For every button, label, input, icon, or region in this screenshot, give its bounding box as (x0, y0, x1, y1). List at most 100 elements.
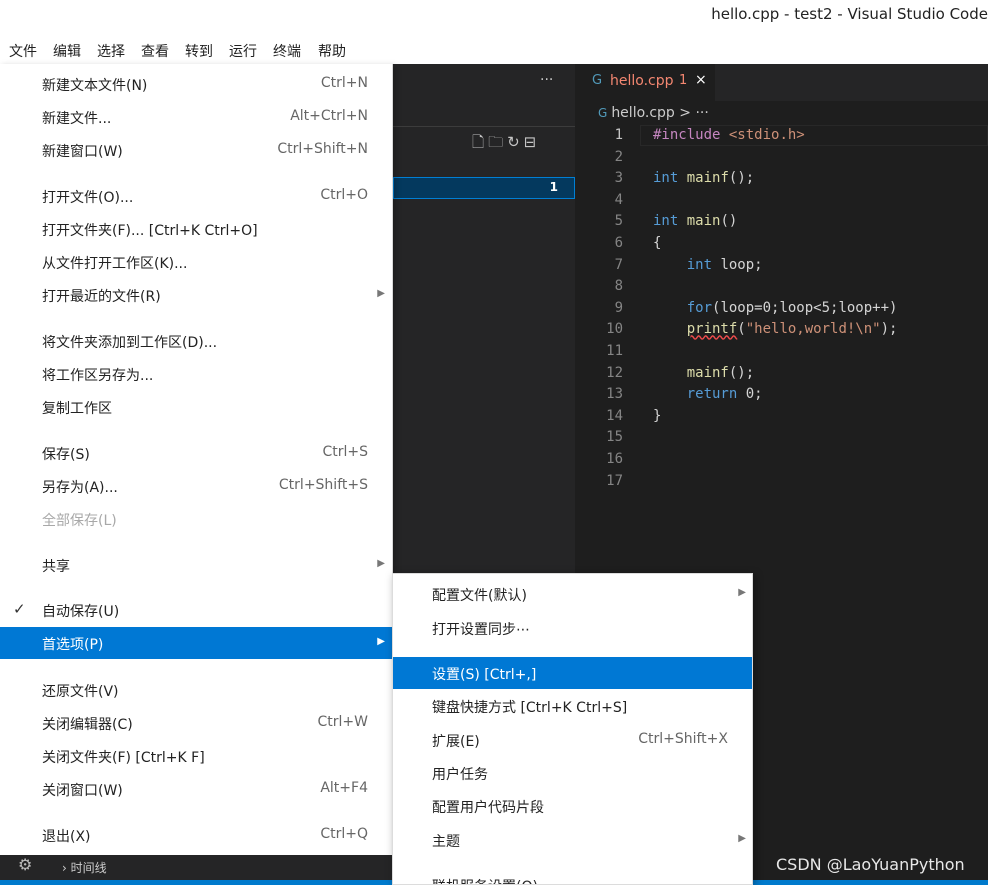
line-number: 8 (614, 278, 623, 295)
code-line[interactable]: int mainf(); (653, 170, 754, 186)
submenu-item-label: 打开设置同步⋯ (432, 622, 530, 638)
menu-selection[interactable]: 选择 (97, 41, 125, 61)
submenu-item-settings-sync[interactable]: 打开设置同步⋯ (393, 612, 752, 644)
menu-item-duplicate-workspace[interactable]: 复制工作区 (0, 391, 393, 423)
line-number: 2 (614, 148, 623, 165)
menu-item-save-all: 全部保存(L) (0, 503, 393, 535)
submenu-item-label: 主题 (432, 834, 460, 850)
menu-item-open-folder[interactable]: 打开文件夹(F)... [Ctrl+K Ctrl+O] (0, 213, 393, 245)
code-line[interactable]: int main() (653, 213, 737, 229)
submenu-item-label: 键盘快捷方式 [Ctrl+K Ctrl+S] (432, 700, 628, 716)
submenu-item-user-snippets[interactable]: 配置用户代码片段 (393, 790, 752, 822)
menu-item-add-folder-to-workspace[interactable]: 将文件夹添加到工作区(D)... (0, 325, 393, 357)
menu-item-open-file[interactable]: 打开文件(O)... Ctrl+O (0, 180, 393, 212)
menu-item-save[interactable]: 保存(S) Ctrl+S (0, 437, 393, 469)
menu-item-label: 保存(S) (42, 447, 90, 463)
menu-item-shortcut: Ctrl+N (320, 75, 368, 91)
watermark: CSDN @LaoYuanPython (776, 855, 965, 874)
menu-go[interactable]: 转到 (185, 41, 213, 61)
submenu-item-user-tasks[interactable]: 用户任务 (393, 757, 752, 789)
code-line[interactable]: return 0; (653, 386, 763, 402)
menu-item-label: 全部保存(L) (42, 513, 117, 529)
code-line[interactable]: printf("hello,world!\n"); (653, 321, 898, 337)
menu-item-close-folder[interactable]: 关闭文件夹(F) [Ctrl+K F] (0, 740, 393, 772)
menu-item-open-workspace[interactable]: 从文件打开工作区(K)... (0, 246, 393, 278)
explorer-file-row[interactable]: 1 (393, 177, 575, 199)
submenu-item-settings[interactable]: 设置(S) [Ctrl+,] (393, 657, 752, 689)
menu-item-exit[interactable]: 退出(X) Ctrl+Q (0, 819, 393, 851)
menu-item-label: 从文件打开工作区(K)... (42, 256, 188, 272)
title-bar: hello.cpp - test2 - Visual Studio Code (0, 0, 988, 34)
line-number: 3 (614, 170, 623, 187)
menu-item-label: 关闭窗口(W) (42, 783, 123, 799)
code-line[interactable]: { (653, 235, 661, 251)
submenu-item-profile[interactable]: 配置文件(默认) ▶ (393, 578, 752, 610)
submenu-item-extensions[interactable]: 扩展(E) Ctrl+Shift+X (393, 724, 752, 756)
new-file-icon[interactable]: 🗋 (472, 133, 488, 151)
submenu-item-label: 用户任务 (432, 767, 488, 783)
menu-terminal[interactable]: 终端 (273, 41, 301, 61)
submenu-arrow-icon: ▶ (738, 833, 746, 844)
line-number: 17 (606, 472, 623, 489)
gear-icon[interactable]: ⚙ (18, 855, 32, 874)
menu-help[interactable]: 帮助 (318, 41, 346, 61)
new-folder-icon[interactable]: 🗀 (488, 133, 507, 151)
menu-item-open-recent[interactable]: 打开最近的文件(R) ▶ (0, 279, 393, 311)
menu-item-label: 新建文本文件(N) (42, 78, 148, 94)
code-line[interactable]: int loop; (653, 257, 763, 273)
menu-item-label: 新建文件... (42, 111, 112, 127)
menu-item-label: 打开文件(O)... (42, 190, 134, 206)
menu-item-label: 共享 (42, 559, 70, 575)
timeline-label-text: 时间线 (70, 861, 107, 875)
menu-item-save-as[interactable]: 另存为(A)... Ctrl+Shift+S (0, 470, 393, 502)
line-number: 13 (606, 386, 623, 403)
submenu-item-online-services[interactable]: 联机服务设置(O) (393, 869, 752, 884)
tab-hello-cpp[interactable]: G hello.cpp 1 × (575, 64, 715, 101)
menu-edit[interactable]: 编辑 (53, 41, 81, 61)
more-actions-icon[interactable]: ··· (540, 72, 553, 88)
menu-item-close-window[interactable]: 关闭窗口(W) Alt+F4 (0, 773, 393, 805)
code-line[interactable]: mainf(); (653, 365, 754, 381)
breadcrumb-file[interactable]: hello.cpp (611, 105, 675, 121)
menu-item-label: 新建窗口(W) (42, 144, 123, 160)
line-number: 7 (614, 256, 623, 273)
tab-problem-count: 1 (679, 73, 688, 88)
explorer-toolbar: 🗋🗀↻⊟ (472, 132, 540, 157)
menu-item-new-window[interactable]: 新建窗口(W) Ctrl+Shift+N (0, 134, 393, 166)
breadcrumb-rest[interactable]: > ··· (679, 105, 709, 121)
menu-item-label: 首选项(P) (42, 637, 104, 653)
menu-view[interactable]: 查看 (141, 41, 169, 61)
menu-item-preferences[interactable]: 首选项(P) ▶ (0, 627, 393, 659)
menu-item-shortcut: Ctrl+Shift+N (277, 141, 368, 157)
menu-item-auto-save[interactable]: ✓ 自动保存(U) (0, 594, 393, 626)
line-number: 16 (606, 451, 623, 467)
code-line[interactable]: #include <stdio.h> (653, 127, 805, 143)
menu-item-shortcut: Alt+F4 (320, 780, 368, 796)
menu-item-shortcut: Ctrl+S (322, 444, 368, 460)
menu-item-label: 打开文件夹(F)... [Ctrl+K Ctrl+O] (42, 223, 258, 239)
menu-item-save-workspace-as[interactable]: 将工作区另存为... (0, 358, 393, 390)
menu-file[interactable]: 文件 (9, 41, 37, 61)
menu-item-revert-file[interactable]: 还原文件(V) (0, 674, 393, 706)
collapse-all-icon[interactable]: ⊟ (524, 133, 541, 151)
submenu-item-theme[interactable]: 主题 ▶ (393, 824, 752, 856)
timeline-panel[interactable]: ⚙ › 时间线 (0, 855, 393, 880)
submenu-item-label: 设置(S) [Ctrl+,] (432, 667, 537, 683)
checkmark-icon: ✓ (13, 600, 26, 618)
menu-item-shortcut: Ctrl+O (320, 187, 368, 203)
submenu-arrow-icon: ▶ (377, 558, 385, 569)
menu-item-new-text-file[interactable]: 新建文本文件(N) Ctrl+N (0, 68, 393, 100)
submenu-item-shortcut: Ctrl+Shift+X (638, 731, 728, 747)
tab-label: hello.cpp (610, 73, 674, 89)
close-icon[interactable]: × (695, 72, 707, 88)
menu-item-close-editor[interactable]: 关闭编辑器(C) Ctrl+W (0, 707, 393, 739)
refresh-icon[interactable]: ↻ (507, 133, 524, 151)
code-line[interactable]: for(loop=0;loop<5;loop++) (653, 300, 898, 316)
menu-item-new-file[interactable]: 新建文件... Alt+Ctrl+N (0, 101, 393, 133)
submenu-item-keyboard-shortcuts[interactable]: 键盘快捷方式 [Ctrl+K Ctrl+S] (393, 690, 752, 722)
submenu-item-label: 配置用户代码片段 (432, 800, 544, 816)
submenu-arrow-icon: ▶ (377, 636, 385, 647)
menu-item-share[interactable]: 共享 ▶ (0, 549, 393, 581)
code-line[interactable]: } (653, 408, 661, 424)
menu-run[interactable]: 运行 (229, 41, 257, 61)
